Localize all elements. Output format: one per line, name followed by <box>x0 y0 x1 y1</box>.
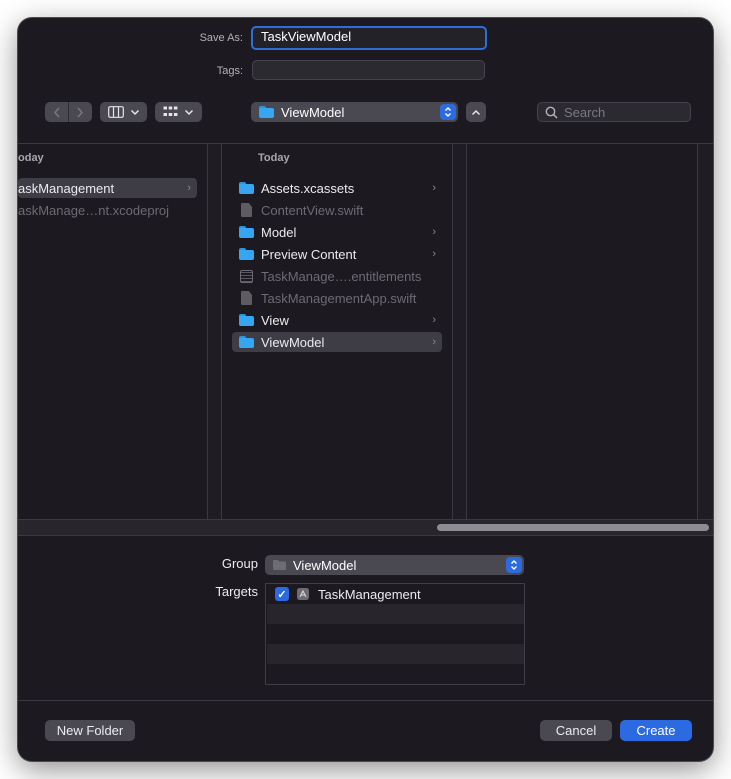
list-item[interactable]: View › <box>232 310 442 330</box>
chevron-right-icon <box>77 106 84 118</box>
folder-icon <box>239 336 254 348</box>
save-dialog: Save As: TaskViewModel Tags: ViewModel S… <box>18 18 713 761</box>
location-popup[interactable]: ViewModel <box>251 102 458 122</box>
view-mode-columns-button[interactable] <box>100 102 147 122</box>
group-value: ViewModel <box>293 557 357 573</box>
footer-divider <box>18 700 713 701</box>
column-resize-handle[interactable] <box>208 144 221 519</box>
target-label: TaskManagement <box>318 586 421 602</box>
browser-column-2: Today Assets.xcassets › ContentView.swift… <box>222 144 452 519</box>
target-row-empty <box>267 624 524 644</box>
folder-icon <box>239 182 254 194</box>
target-row[interactable]: ✓ TaskManagement <box>267 584 524 604</box>
horizontal-scrollbar[interactable] <box>18 519 713 535</box>
chevron-right-icon: › <box>432 248 436 260</box>
list-item[interactable]: Model › <box>232 222 442 242</box>
target-row-empty <box>267 604 524 624</box>
folder-icon <box>259 106 274 118</box>
chevron-right-icon: › <box>432 226 436 238</box>
chevron-right-icon: › <box>432 336 436 348</box>
chevron-up-icon <box>471 109 481 115</box>
location-label: ViewModel <box>281 104 345 120</box>
group-label: Group <box>221 556 258 571</box>
group-folder-icon <box>273 560 286 570</box>
back-button[interactable] <box>46 102 69 122</box>
save-as-label: Save As: <box>199 32 243 44</box>
chevron-right-icon: › <box>432 314 436 326</box>
list-item[interactable]: ContentView.swift <box>232 200 442 220</box>
tags-field[interactable] <box>252 60 485 80</box>
grid-view-icon <box>163 106 178 116</box>
entitlements-file-icon <box>240 269 253 283</box>
chevron-right-icon: › <box>432 182 436 194</box>
list-item[interactable]: askManagement › <box>18 178 197 198</box>
folder-icon <box>239 248 254 260</box>
column-2-header: Today <box>258 152 290 164</box>
popup-stepper-icon <box>506 557 522 573</box>
search-placeholder: Search <box>564 104 606 120</box>
targets-list: ✓ TaskManagement <box>265 583 525 685</box>
folder-icon <box>239 226 254 238</box>
chevron-left-icon <box>53 106 60 118</box>
forward-button[interactable] <box>69 102 92 122</box>
group-popup[interactable]: ViewModel <box>265 555 524 575</box>
create-button[interactable]: Create <box>620 720 692 741</box>
browser-column-1: oday askManagement › askManage…nt.xcodepr… <box>18 144 207 519</box>
folder-icon <box>239 314 254 326</box>
popup-stepper-icon <box>440 104 456 120</box>
scrollbar-thumb[interactable] <box>437 524 709 531</box>
swift-file-icon <box>241 203 252 217</box>
column-1-header: oday <box>18 152 44 164</box>
swift-file-icon <box>241 291 252 305</box>
columns-view-icon <box>107 106 124 118</box>
search-field[interactable]: Search <box>537 102 691 122</box>
checkbox-checked[interactable]: ✓ <box>275 587 289 601</box>
view-grid-button[interactable] <box>155 102 202 122</box>
target-row-empty <box>267 664 524 684</box>
column-resize-handle[interactable] <box>698 144 713 519</box>
list-item[interactable]: Preview Content › <box>232 244 442 264</box>
browser-column-3 <box>467 144 697 519</box>
chevron-down-icon <box>130 109 139 115</box>
targets-label: Targets <box>215 584 258 599</box>
app-target-icon <box>297 588 309 600</box>
list-item[interactable]: Assets.xcassets › <box>232 178 442 198</box>
chevron-right-icon: › <box>187 182 191 194</box>
target-row-empty <box>267 644 524 664</box>
browser-bottom-border <box>18 535 713 536</box>
column-resize-handle[interactable] <box>453 144 466 519</box>
collapse-button[interactable] <box>466 102 486 122</box>
cancel-button[interactable]: Cancel <box>540 720 612 741</box>
tags-label: Tags: <box>216 65 243 77</box>
nav-segment <box>45 102 92 122</box>
new-folder-button[interactable]: New Folder <box>45 720 135 741</box>
list-item[interactable]: ViewModel › <box>232 332 442 352</box>
chevron-down-icon <box>184 109 194 115</box>
search-icon <box>545 106 558 119</box>
list-item[interactable]: askManage…nt.xcodeproj <box>18 200 197 220</box>
list-item[interactable]: TaskManage….entitlements <box>232 266 442 286</box>
list-item[interactable]: TaskManagementApp.swift <box>232 288 442 308</box>
save-as-field[interactable]: TaskViewModel <box>251 26 487 50</box>
